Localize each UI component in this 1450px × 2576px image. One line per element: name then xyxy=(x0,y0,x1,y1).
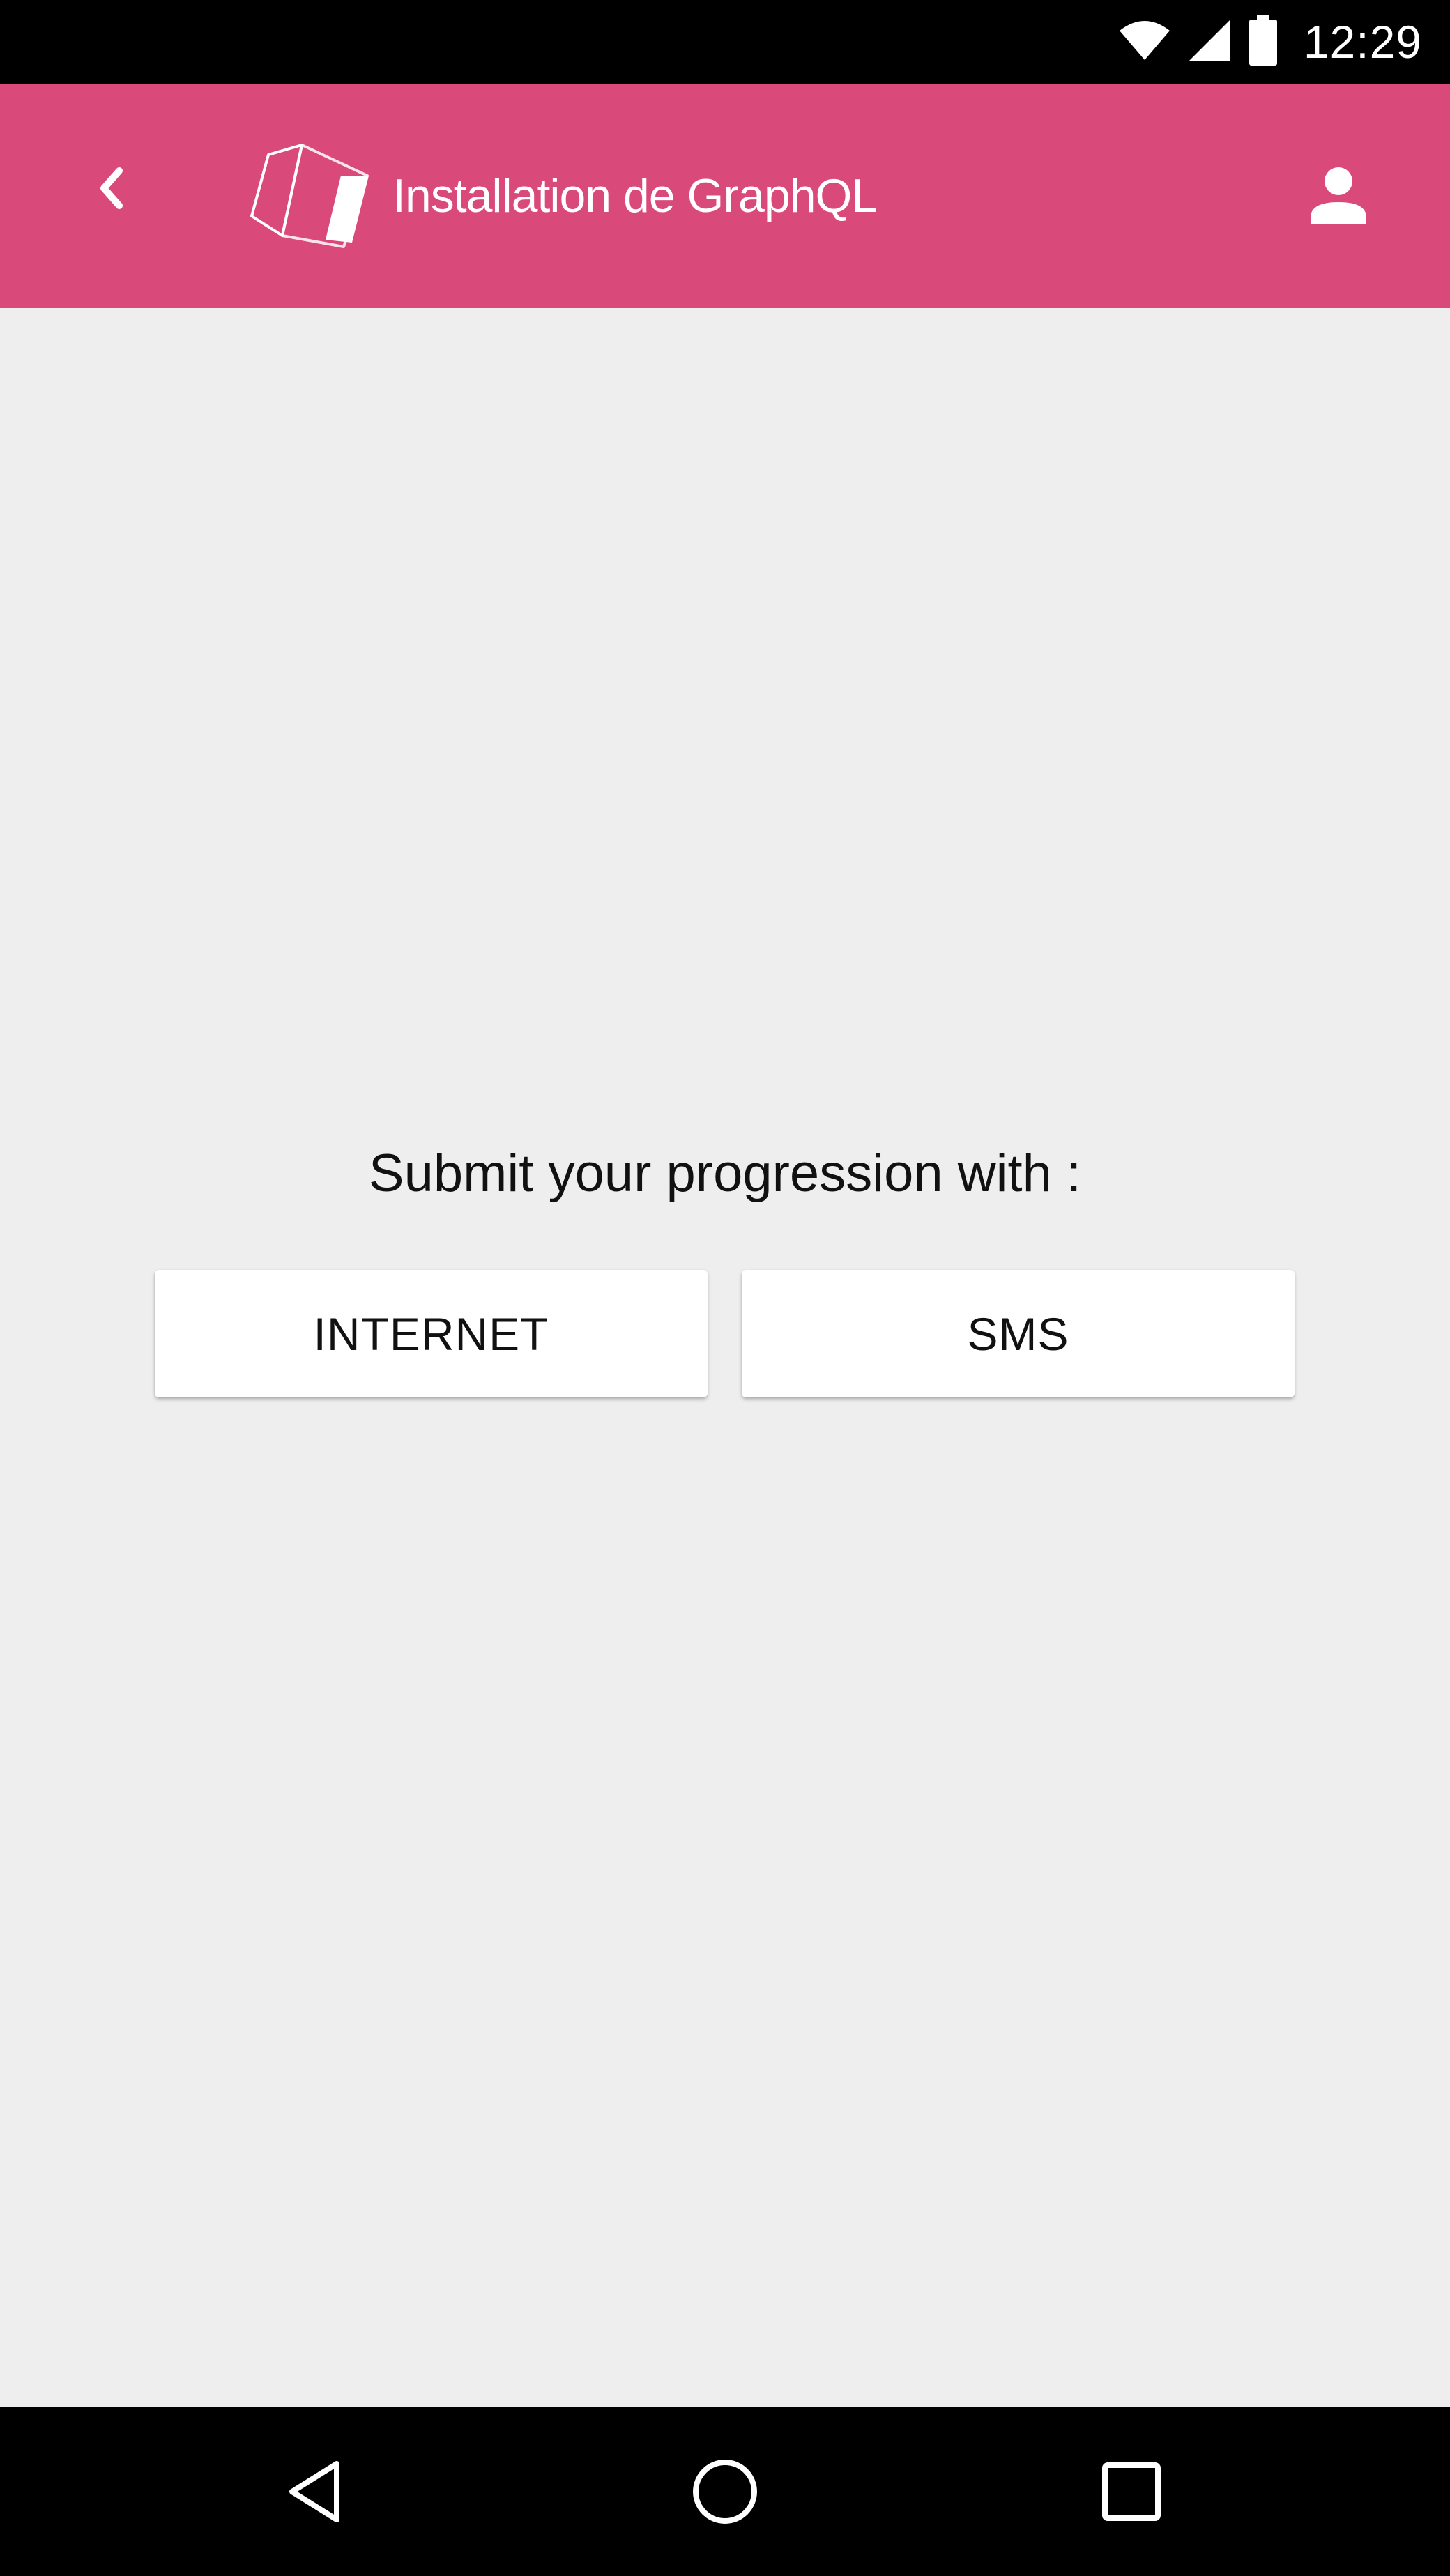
navigation-bar xyxy=(0,2407,1450,2576)
nav-recents-button[interactable] xyxy=(1076,2436,1187,2547)
app-logo-icon xyxy=(247,141,373,252)
app-bar: Installation de GraphQL xyxy=(0,84,1450,308)
page-title: Installation de GraphQL xyxy=(392,169,878,222)
nav-recents-icon xyxy=(1102,2462,1161,2521)
status-icons: 12:29 xyxy=(1118,0,1422,84)
internet-button[interactable]: INTERNET xyxy=(155,1270,708,1397)
main-content: Submit your progression with : INTERNET … xyxy=(0,308,1450,2407)
back-button[interactable] xyxy=(70,146,153,230)
nav-back-icon xyxy=(289,2461,339,2522)
nav-home-icon xyxy=(693,2460,757,2524)
account-person-icon xyxy=(1311,167,1366,224)
nav-back-button[interactable] xyxy=(261,2436,373,2547)
battery-icon xyxy=(1248,14,1279,70)
status-bar: 12:29 xyxy=(0,0,1450,84)
sms-button[interactable]: SMS xyxy=(742,1270,1295,1397)
cellular-signal-icon xyxy=(1188,19,1231,66)
account-button[interactable] xyxy=(1297,154,1380,238)
chevron-left-icon xyxy=(100,167,123,209)
submit-prompt: Submit your progression with : xyxy=(368,1144,1082,1203)
status-time: 12:29 xyxy=(1303,16,1422,68)
wifi-icon xyxy=(1118,20,1171,65)
nav-home-button[interactable] xyxy=(669,2436,781,2547)
